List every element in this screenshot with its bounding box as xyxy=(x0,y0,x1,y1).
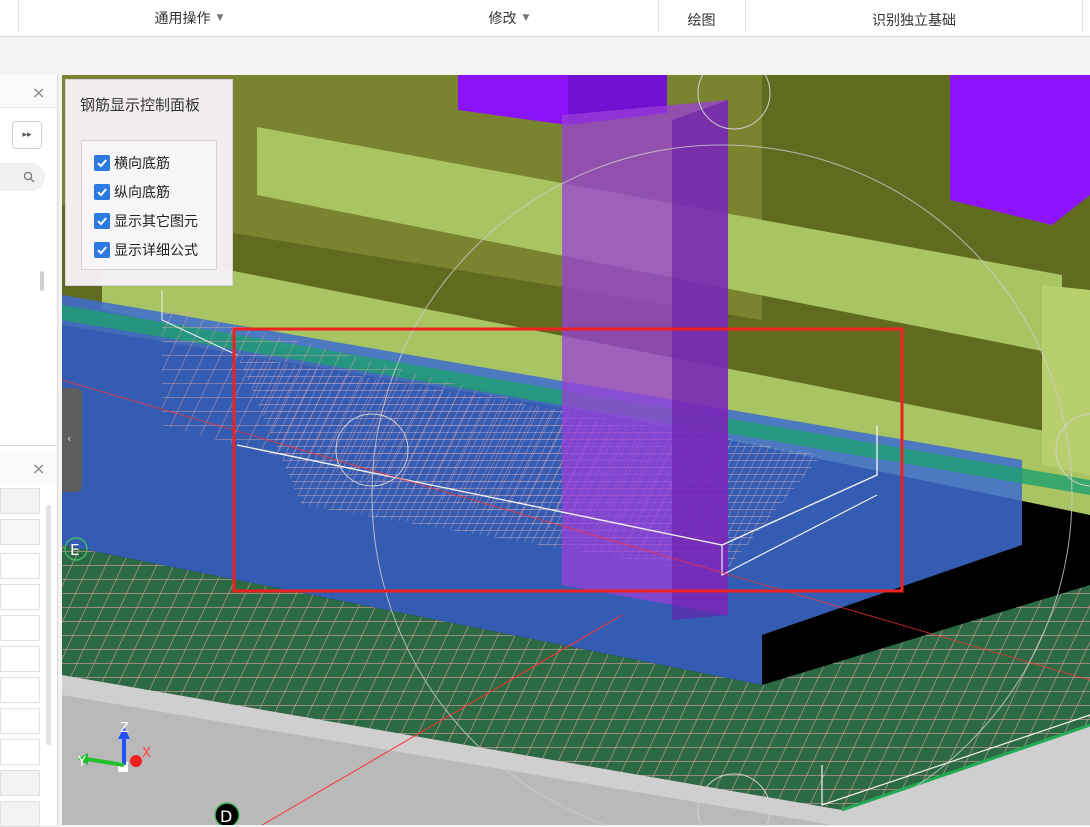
ribbon-group-label: 通用操作 xyxy=(154,11,211,27)
form-row[interactable] xyxy=(0,677,40,703)
checkbox-label: 显示详细公式 xyxy=(114,243,198,259)
panel-collapse-tab[interactable]: ‹ xyxy=(62,388,82,492)
panel-title: 钢筋显示控制面板 xyxy=(80,96,201,114)
checkbox-label: 显示其它图元 xyxy=(114,214,198,230)
ribbon-separator xyxy=(1082,0,1083,32)
z-axis-label: Z xyxy=(120,721,129,736)
panel-header-2 xyxy=(0,452,57,484)
form-row[interactable] xyxy=(0,615,40,641)
scrollbar-thumb[interactable] xyxy=(40,271,44,291)
checkbox-checked-icon[interactable] xyxy=(94,213,110,229)
checkbox-vertical-bottom-rebar[interactable]: 纵向底筋 xyxy=(94,182,170,202)
form-row-header xyxy=(0,488,40,514)
checkbox-group: 横向底筋 纵向底筋 显示其它图元 显示详细公式 xyxy=(81,140,217,270)
grid-axis-label-d: D xyxy=(220,807,232,825)
search-input[interactable] xyxy=(0,163,45,191)
ribbon-group-draw[interactable]: 绘图 xyxy=(658,0,745,36)
checkbox-horizontal-bottom-rebar[interactable]: 横向底筋 xyxy=(94,153,170,173)
close-icon[interactable]: × xyxy=(32,83,45,102)
scrollbar-track[interactable] xyxy=(46,505,51,745)
checkbox-show-detailed-formula[interactable]: 显示详细公式 xyxy=(94,240,198,260)
y-axis-label: Y xyxy=(77,755,86,770)
ribbon-group-label: 修改 xyxy=(488,11,517,27)
panel-divider xyxy=(0,445,57,446)
dropdown-caret-icon: ▼ xyxy=(216,13,224,23)
ribbon-toolbar: 通用操作 ▼ 修改 ▼ 绘图 识别独立基础 xyxy=(0,0,1090,37)
rebar-display-control-panel: 钢筋显示控制面板 横向底筋 纵向底筋 显示其它图元 显示详细公式 xyxy=(65,79,233,286)
checkbox-label: 横向底筋 xyxy=(114,156,170,172)
column-cap-right xyxy=(950,75,1090,225)
grid-axis-label-e: E xyxy=(70,541,79,559)
beam-end-face xyxy=(1042,285,1090,475)
form-row[interactable] xyxy=(0,708,40,734)
checkbox-label: 纵向底筋 xyxy=(114,185,170,201)
search-icon xyxy=(23,171,35,183)
left-side-panel: × ▸▸ × xyxy=(0,75,58,827)
ribbon-group-modify[interactable]: 修改 ▼ xyxy=(360,0,658,36)
x-axis-label: X xyxy=(142,746,151,761)
ribbon-group-label: 识别独立基础 xyxy=(872,13,956,29)
form-row[interactable] xyxy=(0,519,40,545)
panel-header xyxy=(0,75,57,108)
checkbox-checked-icon[interactable] xyxy=(94,242,110,258)
dropdown-caret-icon: ▼ xyxy=(522,13,530,23)
ribbon-group-general-ops[interactable]: 通用操作 ▼ xyxy=(18,0,360,36)
form-row[interactable] xyxy=(0,770,40,796)
secondary-toolbar xyxy=(0,37,1090,75)
form-row[interactable] xyxy=(0,739,40,765)
expand-button[interactable]: ▸▸ xyxy=(12,121,42,149)
form-row[interactable] xyxy=(0,584,40,610)
close-icon[interactable]: × xyxy=(32,459,45,478)
ribbon-group-label: 绘图 xyxy=(687,13,716,29)
form-row[interactable] xyxy=(0,646,40,672)
chevron-left-icon: ‹ xyxy=(67,432,72,445)
form-row[interactable] xyxy=(0,801,40,827)
form-row[interactable] xyxy=(0,553,40,579)
double-chevron-right-icon: ▸▸ xyxy=(22,130,32,140)
ribbon-group-identify-foundation[interactable]: 识别独立基础 xyxy=(745,0,1083,36)
checkbox-checked-icon[interactable] xyxy=(94,155,110,171)
checkbox-show-other-elements[interactable]: 显示其它图元 xyxy=(94,211,198,231)
checkbox-checked-icon[interactable] xyxy=(94,184,110,200)
x-axis-marker xyxy=(130,755,142,767)
column-shaft-side xyxy=(672,100,728,620)
